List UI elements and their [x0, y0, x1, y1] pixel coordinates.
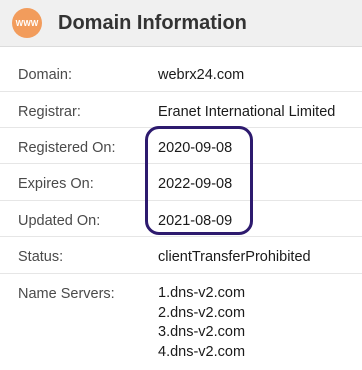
domain-info-panel: WWW Domain Information Domain: webrx24.c… — [0, 0, 362, 369]
name-servers-label: Name Servers: — [18, 286, 115, 302]
name-server-item: 3.dns-v2.com — [158, 324, 246, 340]
name-server-item: 4.dns-v2.com — [158, 343, 246, 360]
row-registrar: Registrar: Eranet International Limited — [0, 91, 362, 128]
registered-on-label: Registered On: — [18, 140, 116, 156]
registrar-label: Registrar: — [18, 104, 81, 120]
name-server-item: 2.dns-v2.com — [158, 304, 246, 321]
domain-value: webrx24.com — [158, 67, 245, 83]
row-status: Status: clientTransferProhibited — [0, 236, 362, 274]
name-server-item: 1.dns-v2.com — [158, 285, 246, 301]
domain-label: Domain: — [18, 67, 72, 83]
dates-highlight-annotation — [145, 126, 253, 235]
status-value: clientTransferProhibited — [158, 249, 311, 265]
updated-on-label: Updated On: — [18, 213, 101, 229]
www-icon-text: WWW — [15, 19, 39, 28]
registrar-value: Eranet International Limited — [158, 104, 336, 120]
www-globe-icon: WWW — [12, 8, 42, 38]
expires-on-label: Expires On: — [18, 176, 94, 192]
row-name-servers: Name Servers: 1.dns-v2.com 2.dns-v2.com … — [0, 273, 362, 370]
row-domain: Domain: webrx24.com — [0, 55, 362, 91]
panel-header: WWW Domain Information — [0, 0, 362, 47]
name-servers-list: 1.dns-v2.com 2.dns-v2.com 3.dns-v2.com 4… — [158, 284, 245, 362]
panel-title: Domain Information — [58, 12, 247, 34]
status-label: Status: — [18, 249, 64, 265]
